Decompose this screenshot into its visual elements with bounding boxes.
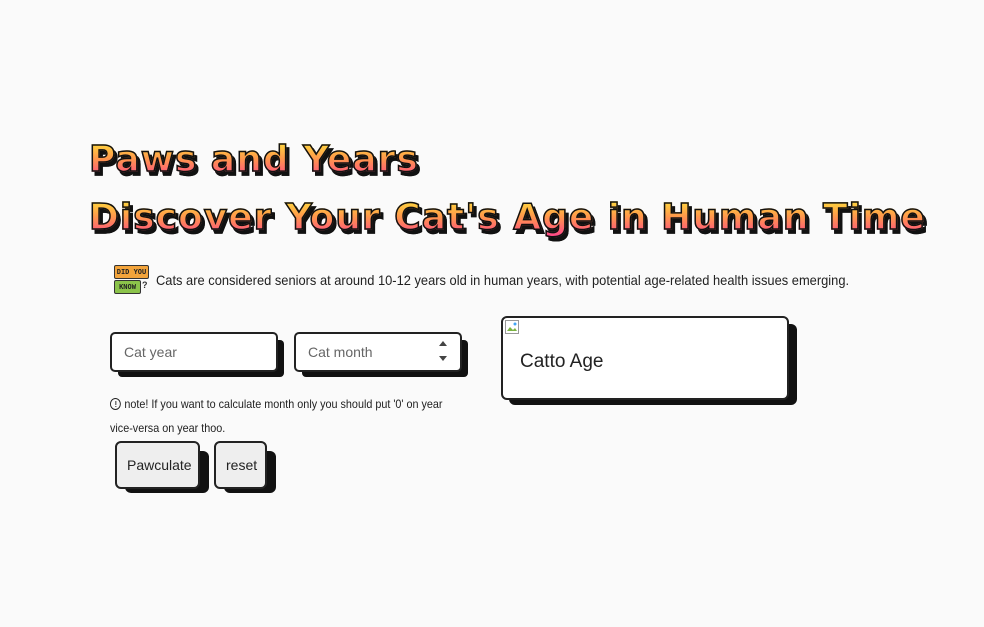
form-note: note! If you want to calculate month onl… — [110, 392, 455, 440]
cat-month-field — [294, 332, 468, 377]
did-you-know-fact: DID YOU KNOW ? Cats are considered senio… — [114, 265, 909, 295]
result-card-wrap: Catto Age — [501, 316, 797, 405]
did-you-know-badge-icon: DID YOU KNOW ? — [114, 265, 150, 295]
badge-bottom-text: KNOW — [114, 280, 141, 294]
note-text: note! If you want to calculate month onl… — [110, 397, 443, 435]
cat-month-input[interactable] — [294, 332, 462, 372]
broken-image-icon — [505, 320, 519, 334]
pawculate-button[interactable]: Pawculate — [115, 441, 200, 489]
badge-top-text: DID YOU — [114, 265, 149, 279]
cat-year-field — [110, 332, 284, 377]
badge-question-mark: ? — [142, 280, 148, 290]
info-icon — [110, 398, 121, 410]
stepper-up-icon[interactable] — [439, 341, 447, 346]
reset-button-wrap: reset — [214, 441, 276, 493]
stepper-down-icon[interactable] — [439, 356, 447, 361]
result-card: Catto Age — [501, 316, 789, 400]
reset-button[interactable]: reset — [214, 441, 267, 489]
month-stepper[interactable] — [438, 341, 448, 361]
page-title: Paws and Years — [88, 139, 419, 181]
fact-text: Cats are considered seniors at around 10… — [156, 272, 850, 288]
result-label: Catto Age — [520, 351, 604, 372]
cat-year-input[interactable] — [110, 332, 278, 372]
page-subtitle: Discover Your Cat's Age in Human Time — [88, 197, 926, 239]
pawculate-button-wrap: Pawculate — [115, 441, 209, 493]
